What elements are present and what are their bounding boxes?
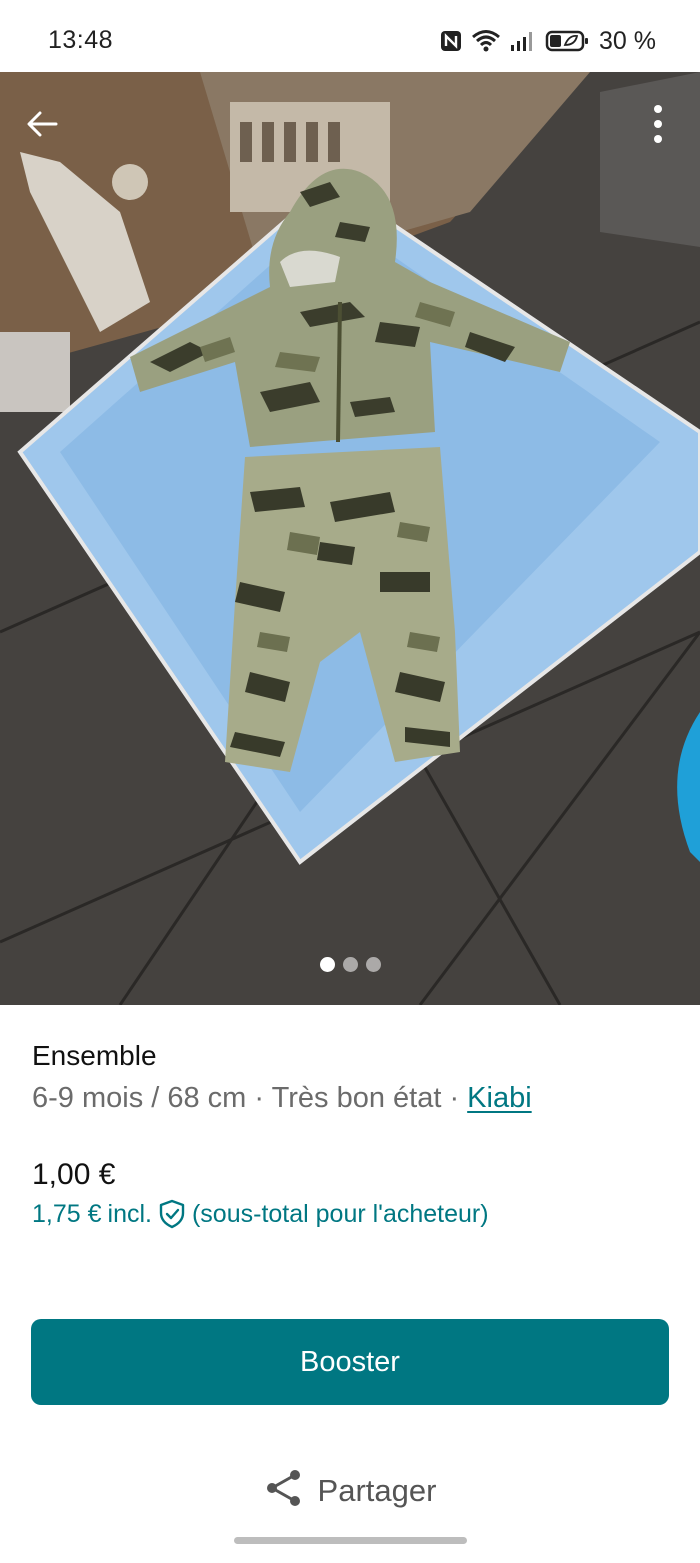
item-title: Ensemble [32,1040,157,1071]
item-condition: Très bon état [271,1082,442,1114]
signal-icon [509,29,537,53]
price-with-protection[interactable]: 1,75 € incl. (sous-total pour l'acheteur… [32,1199,489,1229]
item-details: 6-9 mois / 68 cm · Très bon état · Kiabi [32,1082,532,1115]
status-time: 13:48 [48,26,114,54]
booster-button[interactable]: Booster [31,1319,669,1405]
brand-link[interactable]: Kiabi [467,1082,532,1114]
details-separator-2: · [441,1082,468,1114]
more-vertical-icon [652,102,664,151]
share-button[interactable]: Partager [0,1468,700,1513]
incl-label: incl. [107,1199,152,1228]
status-icons: 30 % [439,26,656,56]
back-button[interactable] [12,96,72,156]
item-price: 1,00 € [32,1158,116,1191]
price-with-fee: 1,75 € [32,1199,102,1228]
wifi-icon [471,29,501,53]
pager-dot-1[interactable] [319,957,335,972]
status-bar: 13:48 30 % [0,0,700,72]
booster-label: Booster [300,1345,400,1378]
product-photo[interactable] [0,72,700,1005]
more-options-button[interactable] [628,96,688,156]
nfc-icon [439,29,463,53]
share-icon [264,1468,304,1513]
home-indicator[interactable] [234,1537,467,1544]
item-size: 6-9 mois / 68 cm [32,1082,247,1114]
photo-image [0,72,700,1005]
pager-dot-2[interactable] [342,957,358,972]
battery-icon [545,29,591,53]
photo-pager[interactable] [0,957,700,972]
pager-dot-3[interactable] [365,957,381,972]
battery-level: 30 % [599,26,656,55]
share-label: Partager [317,1472,437,1508]
subtotal-note: (sous-total pour l'acheteur) [191,1199,489,1228]
shield-check-icon [158,1199,186,1229]
arrow-left-icon [24,106,60,147]
details-separator-1: · [246,1082,272,1114]
